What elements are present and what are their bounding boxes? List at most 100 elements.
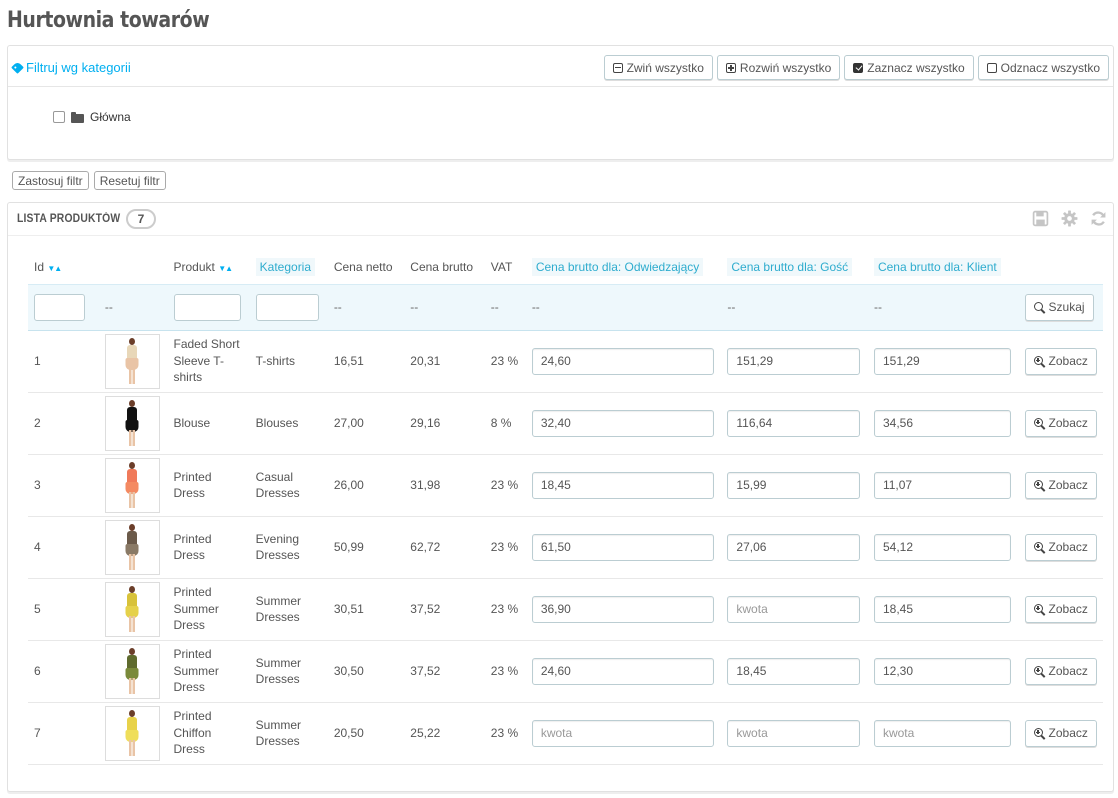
col-client: Cena brutto dla: Klient: [868, 250, 1019, 284]
search-button[interactable]: Szukaj: [1024, 293, 1094, 321]
cell-image: [98, 516, 168, 579]
cell-gross: 25,22: [404, 702, 485, 765]
col-actions: [1019, 250, 1103, 284]
guest-price-input[interactable]: 116,64: [727, 409, 861, 437]
visitor-price-input[interactable]: kwota: [531, 719, 714, 747]
visitor-price-input[interactable]: 61,50: [531, 533, 714, 561]
cell-image: [98, 578, 168, 641]
refresh-icon[interactable]: [1090, 210, 1107, 227]
empty-square-icon: [986, 62, 997, 73]
cell-vat: 23 %: [484, 516, 526, 579]
client-price-input[interactable]: 54,12: [873, 533, 1011, 561]
guest-price-input[interactable]: 18,45: [727, 657, 861, 685]
guest-price-input[interactable]: 15,99: [727, 471, 861, 499]
save-icon[interactable]: [1032, 210, 1049, 227]
tree-item-root: Główna: [53, 110, 131, 124]
cell-product: Printed Dress: [167, 454, 250, 517]
client-price-input[interactable]: 11,07: [873, 471, 1011, 499]
col-visitor-label: Cena brutto dla: Odwiedzający: [531, 257, 704, 276]
cell-vat: 23 %: [484, 330, 526, 393]
cell-id: 6: [28, 640, 99, 703]
product-thumbnail[interactable]: [104, 457, 160, 513]
filter-cell-net: --: [327, 283, 405, 331]
col-id[interactable]: Id ▼▲: [28, 250, 99, 284]
visitor-price-input[interactable]: 24,60: [531, 657, 714, 685]
visitor-price-input[interactable]: 32,40: [531, 409, 714, 437]
filter-category-input[interactable]: [255, 293, 319, 321]
cell-id: 7: [28, 702, 99, 765]
cell-client: 151,29: [867, 330, 1019, 393]
cell-actions: Zobacz: [1018, 578, 1103, 641]
collapse-all-button[interactable]: Zwiń wszystko: [603, 55, 713, 80]
cell-vat: 23 %: [484, 640, 526, 703]
client-price-input[interactable]: 34,56: [873, 409, 1011, 437]
client-price-input[interactable]: kwota: [873, 719, 1011, 747]
col-gross: Cena brutto: [410, 259, 474, 274]
col-guest-label: Cena brutto dla: Gość: [727, 257, 853, 276]
cell-category: Summer Dresses: [249, 702, 328, 765]
filter-product-input[interactable]: [173, 293, 241, 321]
cell-client: 18,45: [867, 578, 1019, 641]
view-button[interactable]: Zobacz: [1024, 719, 1097, 747]
uncheck-all-label: Odznacz wszystko: [1000, 60, 1100, 75]
client-price-input[interactable]: 18,45: [873, 595, 1011, 623]
guest-price-input[interactable]: 151,29: [727, 347, 861, 375]
gear-icon[interactable]: [1061, 210, 1078, 227]
view-button[interactable]: Zobacz: [1024, 409, 1097, 437]
reset-filter-button[interactable]: Resetuj filtr: [93, 171, 166, 190]
product-thumbnail[interactable]: [104, 705, 160, 761]
table-row: 4 Printed Dress Evening Dresses 50,99 62…: [28, 516, 1103, 579]
visitor-price-input[interactable]: 24,60: [531, 347, 714, 375]
product-thumbnail[interactable]: [104, 395, 160, 451]
uncheck-all-button[interactable]: Odznacz wszystko: [977, 55, 1109, 80]
table-header-row: Id ▼▲ Produkt ▼▲ Kategoria Cena netto Ce…: [28, 250, 1103, 284]
sort-icon[interactable]: ▼▲: [218, 264, 233, 273]
tree-root-checkbox[interactable]: [53, 111, 65, 123]
col-net: Cena netto: [333, 259, 393, 274]
view-button[interactable]: Zobacz: [1024, 533, 1097, 561]
visitor-price-input[interactable]: 18,45: [531, 471, 714, 499]
filter-cell-category: [249, 283, 328, 331]
cell-id: 5: [28, 578, 99, 641]
expand-all-label: Rozwiń wszystko: [739, 60, 832, 75]
cell-gross: 29,16: [404, 392, 485, 455]
product-thumbnail[interactable]: [104, 333, 160, 389]
guest-price-input[interactable]: kwota: [727, 595, 861, 623]
view-button[interactable]: Zobacz: [1024, 657, 1097, 685]
view-button[interactable]: Zobacz: [1024, 471, 1097, 499]
product-thumbnail[interactable]: [104, 643, 160, 700]
visitor-price-input[interactable]: 36,90: [531, 595, 714, 623]
zoom-in-icon: [1033, 417, 1045, 429]
filter-cell-guest: --: [721, 283, 868, 331]
client-price-input[interactable]: 12,30: [873, 657, 1011, 685]
products-table: Id ▼▲ Produkt ▼▲ Kategoria Cena netto Ce…: [28, 250, 1103, 765]
search-button-label: Szukaj: [1048, 300, 1085, 314]
product-thumbnail[interactable]: [104, 581, 160, 637]
product-thumbnail[interactable]: [104, 519, 160, 575]
cell-visitor: 61,50: [525, 516, 722, 579]
filter-id-input[interactable]: [34, 293, 85, 321]
expand-all-button[interactable]: Rozwiń wszystko: [716, 55, 841, 80]
cell-actions: Zobacz: [1018, 640, 1103, 703]
guest-price-input[interactable]: kwota: [727, 719, 861, 747]
cell-product: Blouse: [167, 392, 250, 455]
view-button[interactable]: Zobacz: [1024, 347, 1097, 375]
col-product[interactable]: Produkt ▼▲: [168, 250, 250, 284]
cell-guest: 116,64: [721, 392, 868, 455]
cell-net: 27,00: [327, 392, 405, 455]
apply-filter-button[interactable]: Zastosuj filtr: [12, 171, 89, 190]
view-button[interactable]: Zobacz: [1024, 595, 1097, 623]
product-model-image: [124, 647, 140, 700]
cell-gross: 20,31: [404, 330, 485, 393]
check-all-button[interactable]: Zaznacz wszystko: [844, 55, 974, 80]
filter-title-label: Filtruj wg kategorii: [26, 60, 131, 75]
zoom-in-icon: [1033, 665, 1045, 677]
guest-price-input[interactable]: 27,06: [727, 533, 861, 561]
sort-icon[interactable]: ▼▲: [47, 264, 62, 273]
table-filter-row: -- -- -- -- -- -- -- Szukaj: [28, 283, 1103, 331]
cell-product: Printed Chiffon Dress: [167, 702, 250, 765]
filter-cell-gross: --: [404, 283, 485, 331]
filter-cell-vat: --: [484, 283, 526, 331]
client-price-input[interactable]: 151,29: [873, 347, 1011, 375]
tree-root-label[interactable]: Główna: [90, 110, 131, 124]
